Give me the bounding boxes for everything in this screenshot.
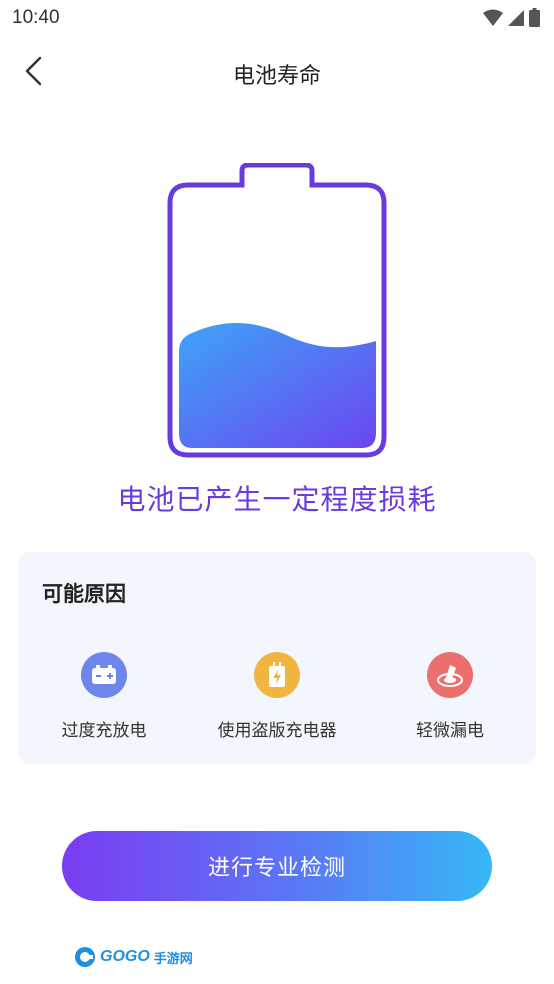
leak-icon [427,652,473,698]
reason-item-pirated-charger: 使用盗版充电器 [191,652,363,741]
watermark-brand: GOGO [100,948,150,965]
status-time: 10:40 [12,7,60,28]
signal-icon [507,9,525,31]
battery-illustration [166,162,388,459]
reason-item-overcharge: 过度充放电 [18,652,190,741]
watermark-brand-cn: 手游网 [153,951,193,967]
gogo-logo-icon [75,947,95,967]
battery-fill-wave [179,323,376,448]
status-headline: 电池已产生一定程度损耗 [117,483,437,516]
watermark-logo: GOGO 手游网 [74,946,193,968]
reasons-card: 可能原因 过度充放电 使用盗版充电器 轻微漏电 [18,552,536,764]
wifi-icon [483,9,503,31]
status-bar: 10:40 [0,0,554,38]
reasons-title: 可能原因 [42,582,126,606]
reason-label: 使用盗版充电器 [217,721,337,741]
page-title: 电池寿命 [232,64,321,89]
battery-status-icon [529,8,540,31]
nav-bar: 电池寿命 [0,38,554,104]
reason-item-leakage: 轻微漏电 [364,652,536,741]
reason-label: 轻微漏电 [416,721,484,741]
status-icons [483,8,540,31]
charger-icon [254,652,300,698]
battery-icon [81,652,127,698]
reason-label: 过度充放电 [61,721,147,741]
professional-check-button[interactable]: 进行专业检测 [62,831,492,901]
